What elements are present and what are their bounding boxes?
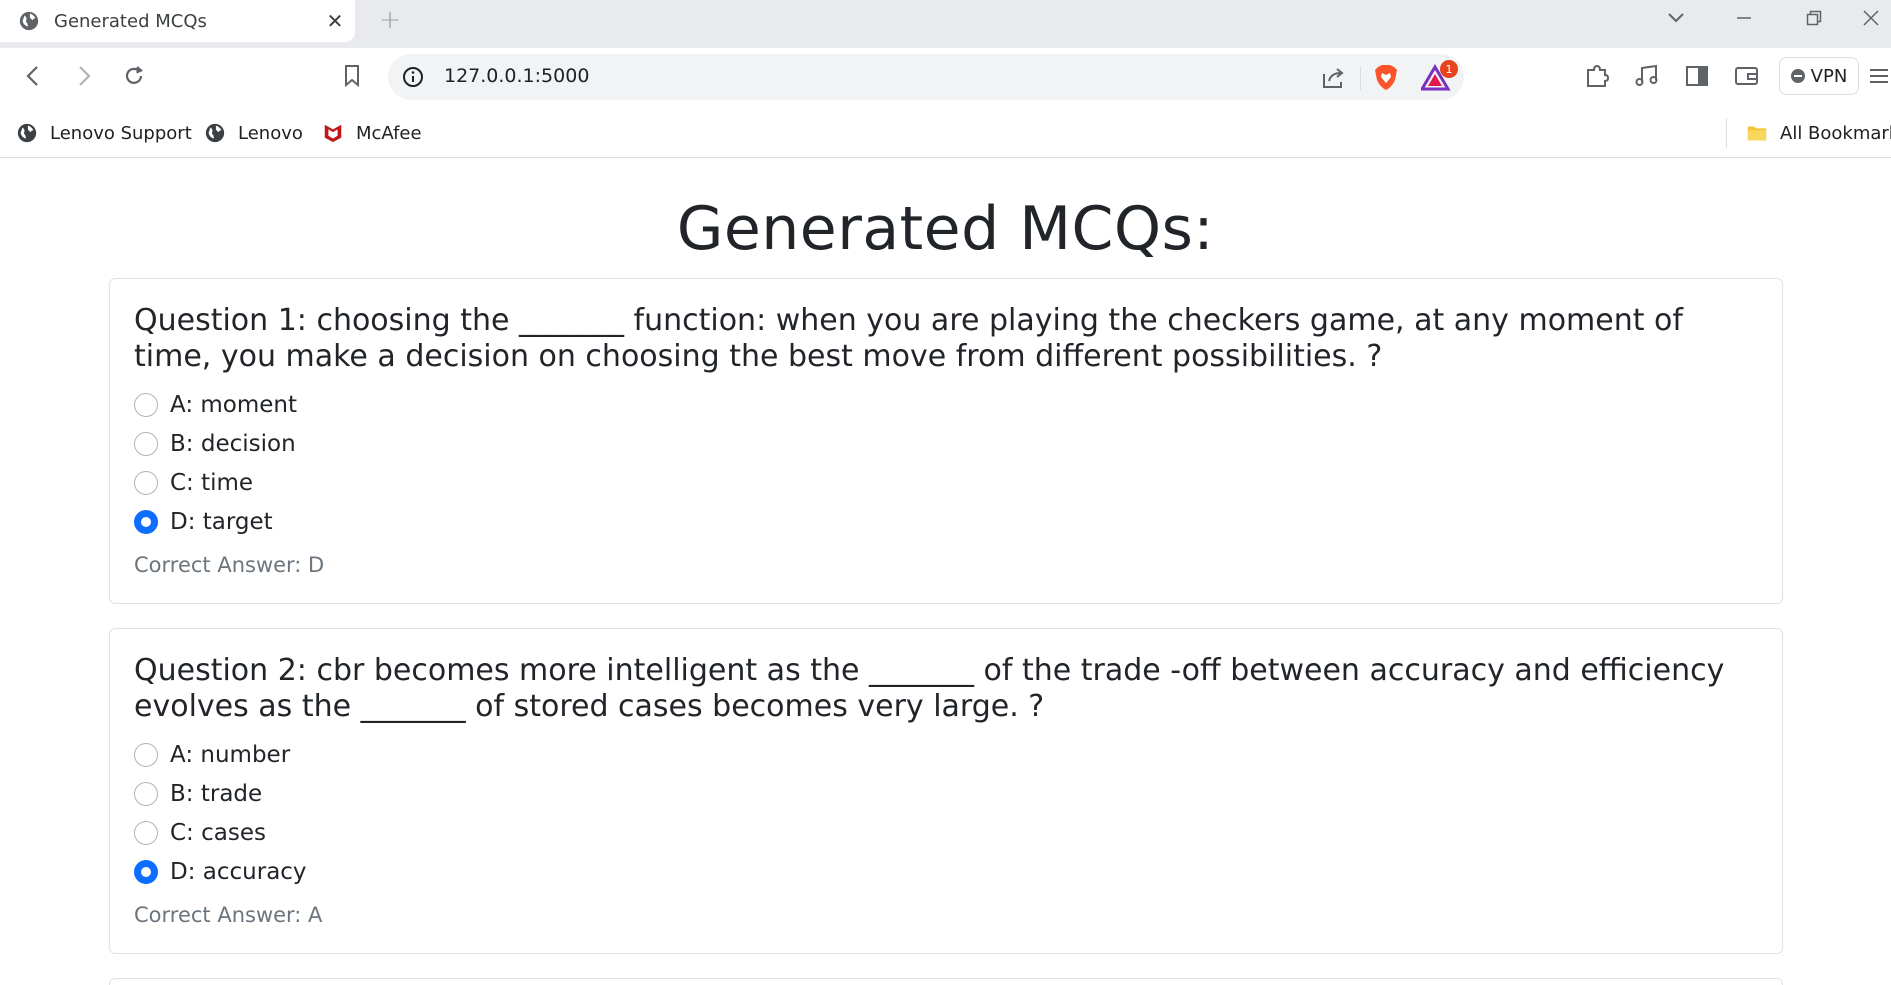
- option-label: C: cases: [170, 820, 266, 846]
- option-b[interactable]: B: decision: [134, 429, 296, 459]
- tab-strip: Generated MCQs ✕ +: [0, 0, 1891, 48]
- option-label: C: time: [170, 470, 254, 496]
- browser-tab[interactable]: Generated MCQs ✕: [0, 0, 355, 42]
- wallet-icon[interactable]: [1730, 58, 1764, 94]
- address-bar[interactable]: 127.0.0.1:5000 1: [388, 54, 1464, 100]
- bookmark-mcafee[interactable]: McAfee: [322, 116, 422, 150]
- new-tab-icon[interactable]: +: [372, 2, 408, 38]
- radio-button[interactable]: [134, 782, 158, 806]
- option-d[interactable]: D: accuracy: [134, 857, 307, 887]
- bookmark-lenovo-support[interactable]: Lenovo Support: [16, 116, 192, 150]
- bookmark-label: McAfee: [356, 122, 422, 144]
- globe-icon: [19, 11, 39, 31]
- radio-button[interactable]: [134, 471, 158, 495]
- globe-icon: [205, 123, 225, 143]
- radio-button-selected[interactable]: [134, 860, 158, 884]
- radio-button[interactable]: [134, 432, 158, 456]
- back-icon[interactable]: [14, 56, 54, 96]
- tab-search-icon[interactable]: [1646, 0, 1706, 36]
- brave-shields-icon[interactable]: [1370, 62, 1402, 94]
- sidebar-icon[interactable]: [1680, 58, 1714, 94]
- vpn-status-icon: [1790, 69, 1805, 83]
- bookmark-lenovo[interactable]: Lenovo: [204, 116, 303, 150]
- radio-button-selected[interactable]: [134, 510, 158, 534]
- vpn-label: VPN: [1810, 65, 1848, 87]
- option-label: D: target: [170, 509, 273, 535]
- bookmark-page-icon[interactable]: [332, 56, 372, 96]
- option-c[interactable]: C: time: [134, 468, 253, 498]
- menu-icon[interactable]: [1868, 58, 1891, 94]
- radio-button[interactable]: [134, 393, 158, 417]
- question-card: Question 1: choosing the _______ functio…: [109, 278, 1783, 604]
- option-label: B: trade: [170, 781, 263, 807]
- restore-icon[interactable]: [1784, 0, 1844, 36]
- close-tab-icon[interactable]: ✕: [315, 3, 355, 39]
- bookmarks-bar: Lenovo Support Lenovo McAfee All Bookmar…: [0, 108, 1891, 158]
- option-label: B: decision: [170, 431, 296, 457]
- bookmark-label: Lenovo Support: [50, 122, 192, 144]
- option-label: A: number: [170, 742, 291, 768]
- rewards-badge: 1: [1440, 60, 1458, 78]
- option-b[interactable]: B: trade: [134, 779, 262, 809]
- question-card: [109, 978, 1783, 985]
- vpn-button[interactable]: VPN: [1779, 57, 1859, 95]
- tab-title: Generated MCQs: [54, 10, 207, 32]
- question-text: Question 2: cbr becomes more intelligent…: [134, 653, 1725, 724]
- media-icon[interactable]: [1630, 58, 1664, 94]
- close-window-icon[interactable]: [1850, 0, 1891, 36]
- bookmark-label: Lenovo: [238, 122, 303, 144]
- option-label: A: moment: [170, 392, 298, 418]
- minimize-icon[interactable]: [1714, 0, 1774, 36]
- all-bookmarks-label: All Bookmarks: [1780, 122, 1891, 144]
- url-text[interactable]: 127.0.0.1:5000: [444, 65, 589, 87]
- mcafee-icon: [324, 124, 342, 143]
- question-card: Question 2: cbr becomes more intelligent…: [109, 628, 1783, 954]
- share-icon[interactable]: [1318, 62, 1350, 94]
- page-content: Generated MCQs: Question 1: choosing the…: [0, 158, 1891, 985]
- site-info-icon[interactable]: [400, 64, 426, 90]
- question-text: Question 1: choosing the _______ functio…: [134, 303, 1683, 374]
- radio-button[interactable]: [134, 821, 158, 845]
- reload-icon[interactable]: [114, 56, 154, 96]
- option-a[interactable]: A: moment: [134, 390, 297, 420]
- extensions-icon[interactable]: [1580, 58, 1614, 94]
- globe-icon: [17, 123, 37, 143]
- page-title: Generated MCQs:: [676, 194, 1215, 264]
- option-a[interactable]: A: number: [134, 740, 290, 770]
- bookmarks-divider: [1726, 118, 1727, 148]
- option-label: D: accuracy: [170, 859, 307, 885]
- brave-rewards-icon[interactable]: 1: [1420, 60, 1458, 94]
- radio-button[interactable]: [134, 743, 158, 767]
- option-c[interactable]: C: cases: [134, 818, 266, 848]
- all-bookmarks-folder[interactable]: All Bookmarks: [1746, 116, 1891, 150]
- folder-icon: [1747, 126, 1767, 141]
- omnibox-divider: [1360, 66, 1361, 90]
- correct-answer: Correct Answer: D: [134, 553, 325, 577]
- option-d[interactable]: D: target: [134, 507, 273, 537]
- forward-icon[interactable]: [63, 56, 103, 96]
- browser-toolbar: 127.0.0.1:5000 1 VPN: [0, 48, 1891, 108]
- correct-answer: Correct Answer: A: [134, 903, 323, 927]
